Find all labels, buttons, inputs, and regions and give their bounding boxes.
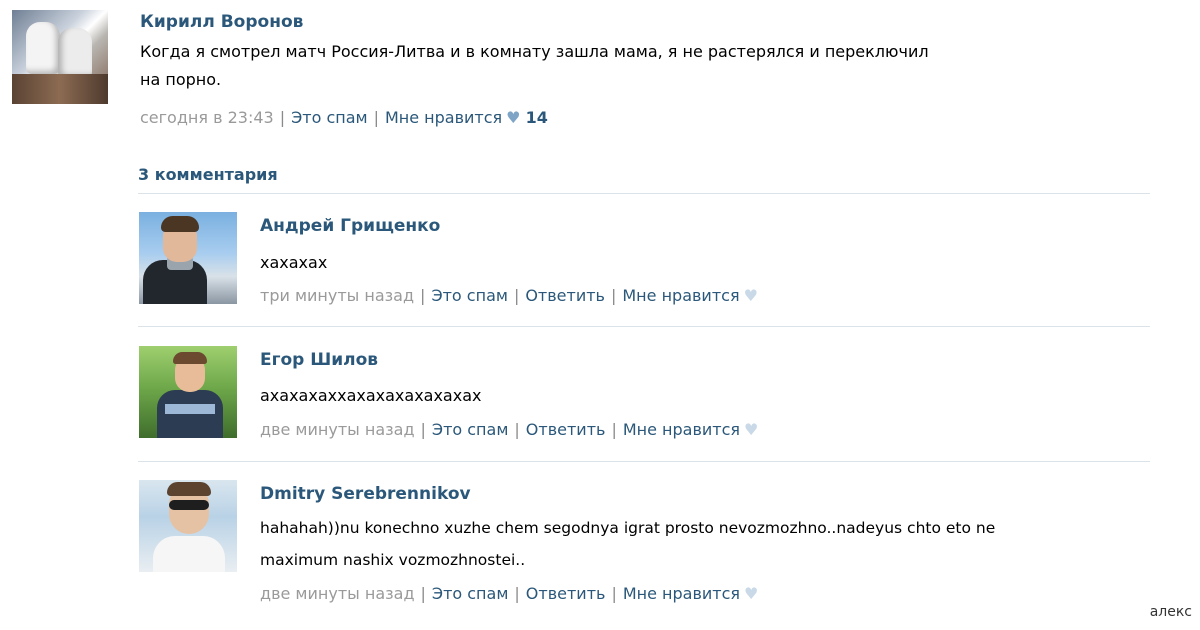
post-text-line-2: на порно. [140,70,222,89]
watermark-text: алекс [1149,604,1192,620]
comment-avatar[interactable] [139,346,237,438]
comment-text: хахахах [260,253,328,272]
comment-timestamp[interactable]: три минуты назад [260,286,414,305]
post-author-avatar[interactable] [12,10,108,104]
separator: | [373,108,379,127]
divider [138,326,1150,327]
comment-author-name[interactable]: Андрей Грищенко [260,216,440,236]
separator: | [513,286,520,305]
comment-meta-row: две минуты назад | Это спам | Ответить | Мне н… [260,420,758,439]
comment-avatar[interactable] [139,212,237,304]
separator: | [611,584,617,603]
avatar-shirt-stripe [165,404,215,414]
comment-spam-link[interactable]: Это спам [432,420,509,439]
comment-reply-link[interactable]: Ответить [526,420,606,439]
avatar-figure-left [26,22,60,74]
comment-like-link[interactable]: Мне нравится [622,286,739,305]
comment-reply-link[interactable]: Ответить [525,286,605,305]
separator: | [420,420,426,439]
comment-like-link[interactable]: Мне нравится [623,584,740,603]
divider [138,461,1150,462]
avatar-body [157,390,223,438]
comment-text: ахахахаххахахахахахахах [260,386,482,405]
post-timestamp[interactable]: сегодня в 23:43 [140,108,274,127]
comment-meta-row: три минуты назад | Это спам | Ответить | Мне н… [260,286,758,305]
avatar-hair [161,216,199,232]
comment-reply-link[interactable]: Ответить [526,584,606,603]
comment-spam-link[interactable]: Это спам [431,286,508,305]
separator: | [611,420,617,439]
separator: | [610,286,617,305]
divider [138,193,1150,194]
heart-icon[interactable]: ♥ [506,108,520,127]
avatar-hair [173,352,207,364]
avatar-background [12,74,108,104]
comment-author-name[interactable]: Егор Шилов [260,350,378,370]
avatar-body [153,536,225,572]
post-like-count: 14 [525,108,548,127]
post-spam-link[interactable]: Это спам [291,108,368,127]
comment-text-line-2: maximum nashix vozmozhnostei.. [260,551,526,569]
separator: | [420,286,426,305]
heart-icon[interactable]: ♥ [744,420,758,439]
post-author-name[interactable]: Кирилл Воронов [140,12,303,32]
heart-icon[interactable]: ♥ [744,584,758,603]
comment-spam-link[interactable]: Это спам [432,584,509,603]
post-like-link[interactable]: Мне нравится [385,108,502,127]
comment-text-line-1: hahahah))nu konechno xuzhe chem segodnya… [260,519,996,537]
comment-author-name[interactable]: Dmitry Serebrennikov [260,484,471,504]
comment-avatar[interactable] [139,480,237,572]
separator: | [420,584,426,603]
comment-timestamp[interactable]: две минуты назад [260,584,415,603]
post-meta-row: сегодня в 23:43 | Это спам | Мне нравится ♥ 1… [140,108,548,127]
avatar-hair [167,482,211,496]
post-text-line-1: Когда я смотрел матч Россия-Литва и в ко… [140,42,929,61]
separator: | [279,108,286,127]
heart-icon[interactable]: ♥ [744,286,758,305]
comment-like-link[interactable]: Мне нравится [623,420,740,439]
avatar-figure-right [58,28,92,78]
comments-count-header[interactable]: 3 комментария [138,165,278,184]
comment-meta-row: две минуты назад | Это спам | Ответить | Мне н… [260,584,758,603]
comment-timestamp[interactable]: две минуты назад [260,420,415,439]
separator: | [514,420,520,439]
sunglasses-icon [169,500,209,510]
separator: | [514,584,520,603]
